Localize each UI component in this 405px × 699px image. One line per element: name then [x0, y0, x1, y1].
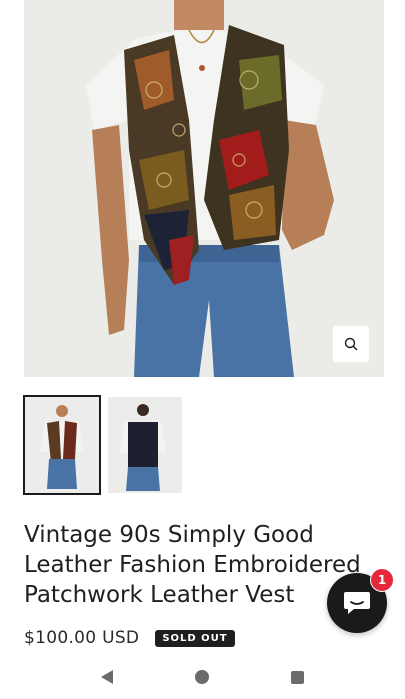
thumbnail-back-image [108, 397, 178, 493]
thumbnail-back-view[interactable] [108, 397, 182, 493]
status-badge: SOLD OUT [155, 629, 235, 647]
zoom-button[interactable] [333, 326, 369, 362]
model-photo-illustration [24, 0, 384, 377]
thumbnail-front-view[interactable] [23, 395, 101, 495]
chat-bubble-icon [344, 592, 370, 614]
thumbnail-front-image [25, 397, 99, 493]
back-icon[interactable] [101, 670, 113, 684]
product-price: $100.00 USD [24, 628, 140, 648]
price-row: $100.00 USD SOLD OUT [24, 628, 235, 648]
recents-icon[interactable] [291, 670, 304, 684]
search-icon [344, 337, 358, 351]
product-main-image[interactable] [24, 0, 384, 377]
system-nav-bar [0, 655, 405, 699]
product-title: Vintage 90s Simply Good Leather Fashion … [24, 522, 361, 608]
chat-notification-badge: 1 [370, 568, 394, 592]
home-icon[interactable] [195, 670, 209, 684]
